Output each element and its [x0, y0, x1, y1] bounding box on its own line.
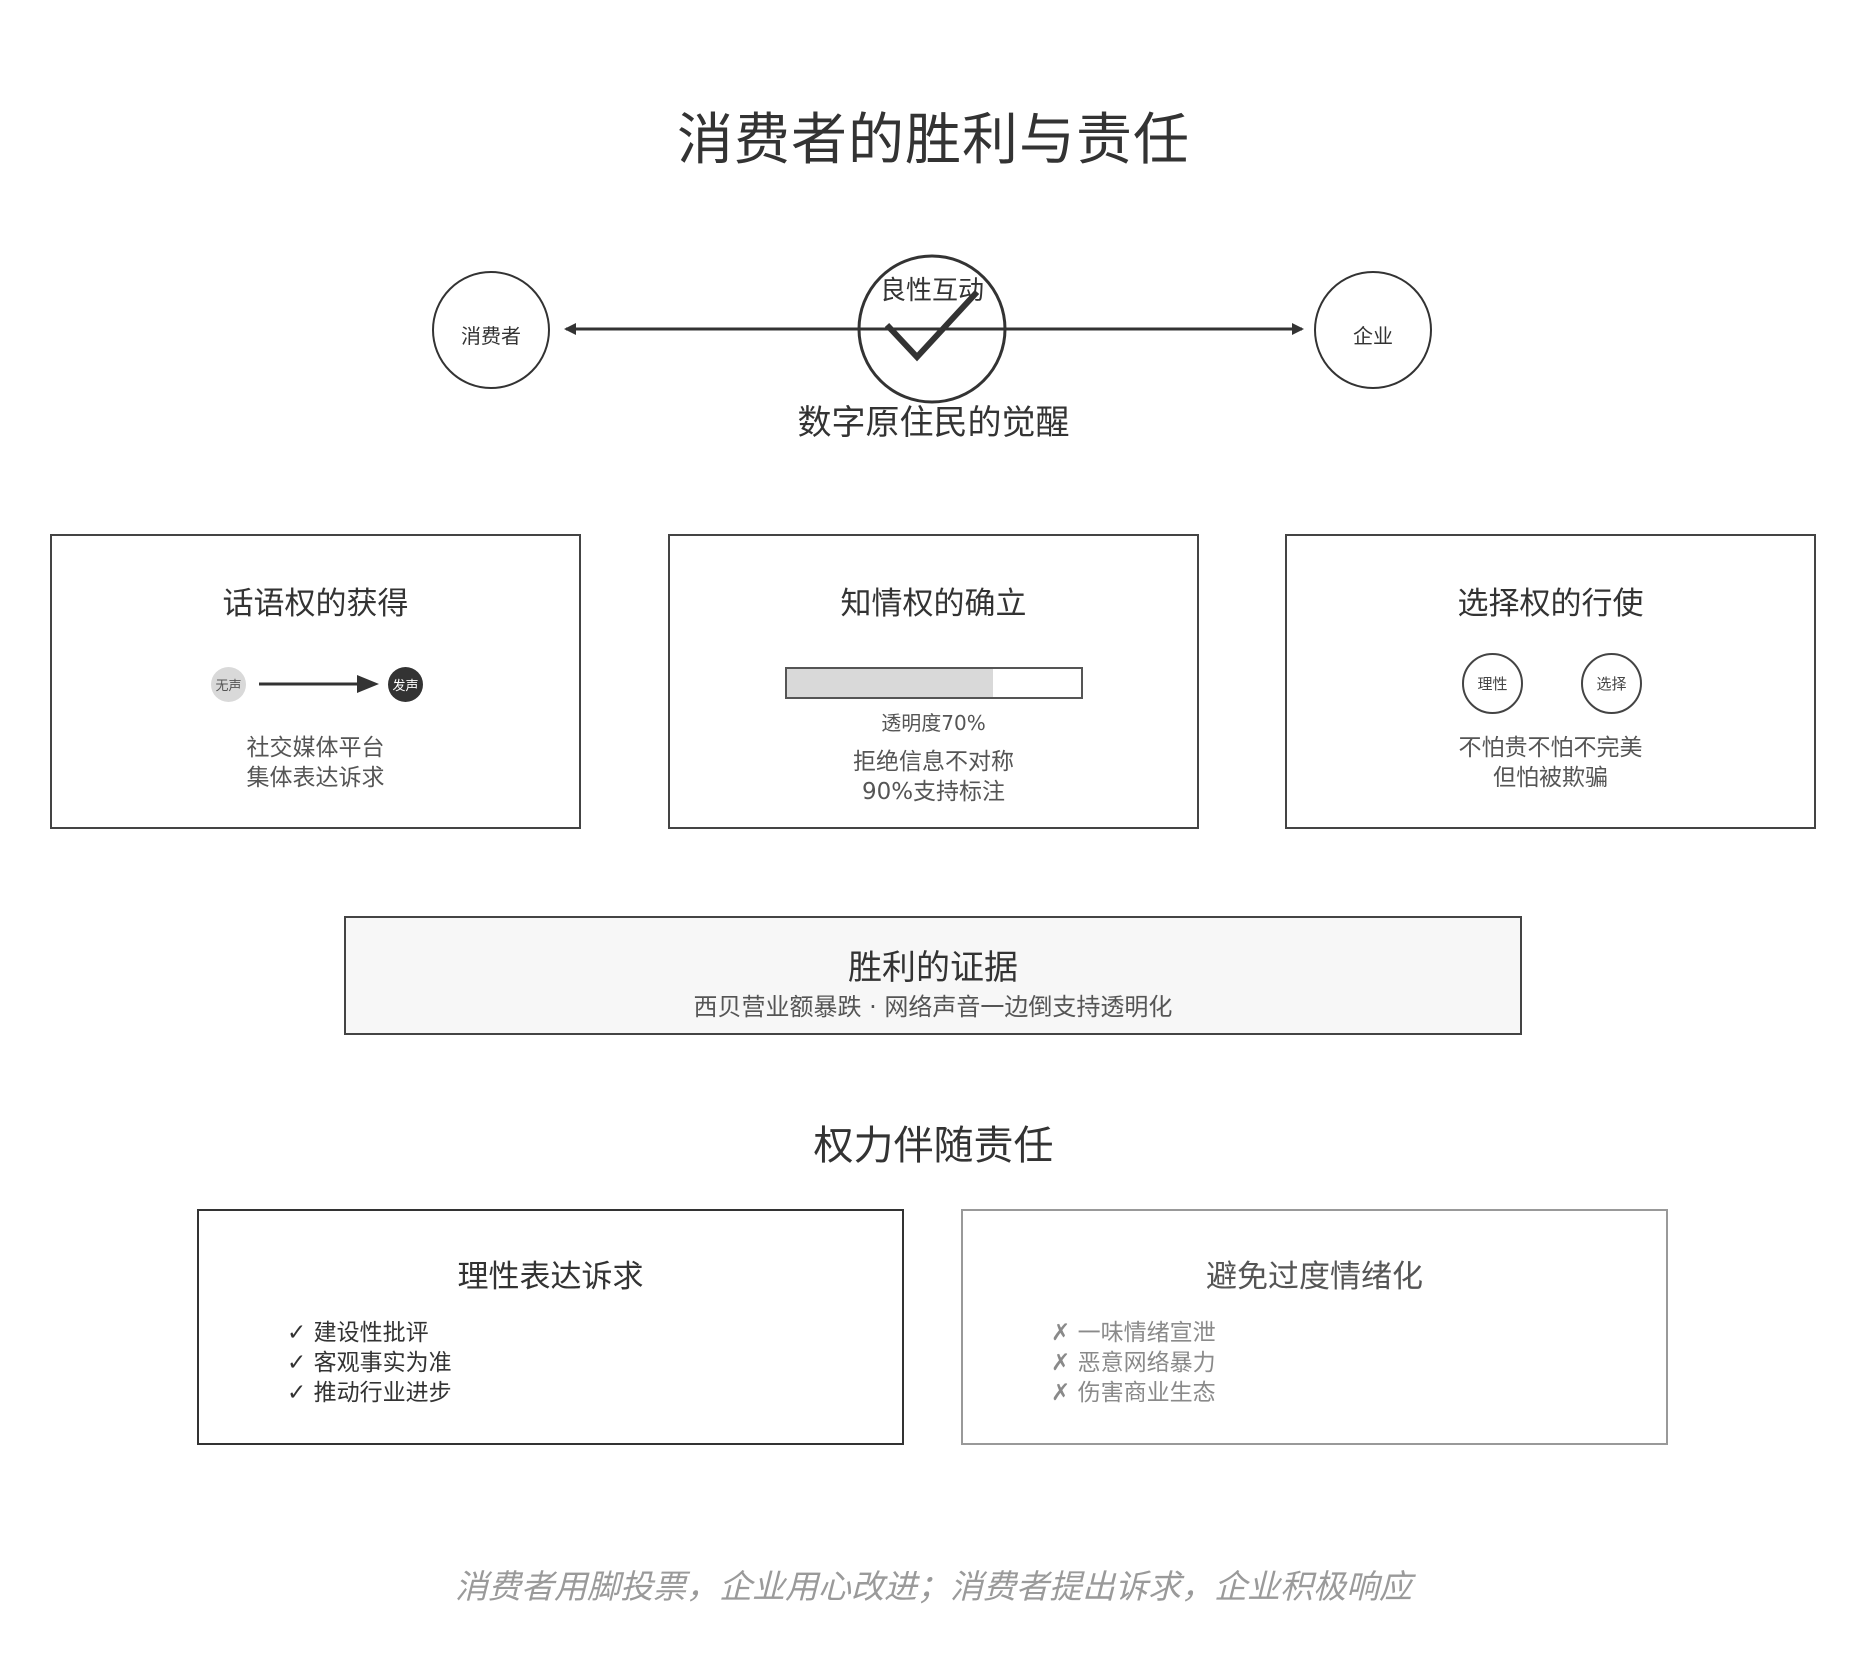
voice-right-line1: 社交媒体平台: [246, 735, 385, 761]
footer-quote: 消费者用脚投票，企业用心改进；消费者提出诉求，企业积极响应: [455, 1567, 1412, 1606]
info-right-text: 拒绝信息不对称 90%支持标注: [670, 747, 1197, 807]
avoid-emotion-card: 避免过度情绪化 ✗ 一味情绪宣泄 ✗ 恶意网络暴力 ✗ 伤害商业生态: [961, 1209, 1668, 1445]
do-list: ✓ 建设性批评 ✓ 客观事实为准 ✓ 推动行业进步: [287, 1318, 452, 1408]
voice-right-title: 话语权的获得: [222, 586, 409, 622]
rational-expression-title: 理性表达诉求: [457, 1259, 644, 1295]
voice-arrow: [259, 675, 379, 693]
consumer-node-label: 消费者: [461, 324, 521, 348]
voice-right-card: 话语权的获得 无声 发声 社交媒体平台 集体表达诉求: [50, 534, 581, 829]
interaction-diagram: 消费者 企业 良性互动: [432, 254, 1432, 404]
info-right-title: 知情权的确立: [840, 586, 1027, 622]
choice-right-line1: 不怕贵不怕不完美: [1458, 735, 1643, 761]
transparency-progress-bar: [785, 667, 1083, 699]
check-mark-icon: ✓: [287, 1320, 307, 1346]
section-title-responsibility: 权力伴随责任: [813, 1123, 1054, 1169]
rational-label: 理性: [1477, 675, 1508, 693]
check-mark-icon: ✓: [287, 1380, 307, 1406]
speak-label: 发声: [392, 679, 419, 694]
evidence-text: 西贝营业额暴跌 · 网络声音一边倒支持透明化: [693, 993, 1173, 1021]
list-item: ✓ 建设性批评: [287, 1320, 429, 1346]
enterprise-node-label: 企业: [1353, 324, 1393, 348]
avoid-emotion-title: 避免过度情绪化: [1206, 1259, 1423, 1295]
info-right-line1: 拒绝信息不对称: [853, 749, 1014, 775]
info-right-line2: 90%支持标注: [861, 779, 1006, 805]
interaction-center-label: 良性互动: [880, 276, 984, 306]
list-item: ✓ 推动行业进步: [287, 1380, 452, 1406]
cross-mark-icon: ✗: [1051, 1320, 1071, 1346]
choice-right-card: 选择权的行使 理性 选择 不怕贵不怕不完美 但怕被欺骗: [1285, 534, 1816, 829]
choice-right-text: 不怕贵不怕不完美 但怕被欺骗: [1287, 733, 1814, 793]
list-item: ✗ 恶意网络暴力: [1051, 1350, 1216, 1376]
dont-list: ✗ 一味情绪宣泄 ✗ 恶意网络暴力 ✗ 伤害商业生态: [1051, 1318, 1216, 1408]
silent-circle: 无声: [211, 667, 246, 702]
rational-circle: 理性: [1462, 653, 1523, 714]
info-right-card: 知情权的确立 透明度70% 拒绝信息不对称 90%支持标注: [668, 534, 1199, 829]
list-item: ✗ 一味情绪宣泄: [1051, 1320, 1216, 1346]
rational-expression-card: 理性表达诉求 ✓ 建设性批评 ✓ 客观事实为准 ✓ 推动行业进步: [197, 1209, 904, 1445]
transparency-label: 透明度70%: [881, 711, 986, 735]
voice-right-text: 社交媒体平台 集体表达诉求: [52, 733, 579, 793]
cross-mark-icon: ✗: [1051, 1380, 1071, 1406]
choice-label: 选择: [1596, 675, 1627, 693]
choice-right-line2: 但怕被欺骗: [1493, 765, 1608, 791]
cross-mark-icon: ✗: [1051, 1350, 1071, 1376]
choice-circle: 选择: [1581, 653, 1642, 714]
choice-right-title: 选择权的行使: [1457, 586, 1644, 622]
list-item: ✓ 客观事实为准: [287, 1350, 452, 1376]
diagram-subtitle: 数字原住民的觉醒: [797, 403, 1070, 443]
list-item: ✗ 伤害商业生态: [1051, 1380, 1216, 1406]
check-mark-icon: ✓: [287, 1350, 307, 1376]
evidence-title: 胜利的证据: [848, 948, 1018, 988]
speak-circle: 发声: [388, 667, 423, 702]
voice-right-line2: 集体表达诉求: [246, 765, 385, 791]
evidence-box: 胜利的证据 西贝营业额暴跌 · 网络声音一边倒支持透明化: [344, 916, 1522, 1035]
silent-label: 无声: [215, 679, 242, 694]
transparency-progress-fill: [787, 669, 993, 697]
